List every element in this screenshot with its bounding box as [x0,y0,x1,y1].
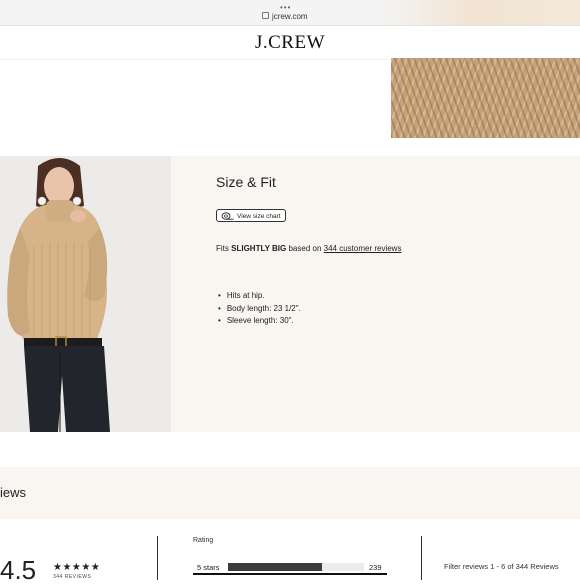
rating-bar-label[interactable]: 5 stars [197,563,220,572]
divider [421,536,422,580]
customer-reviews-link[interactable]: 344 customer reviews [324,244,402,253]
jcrew-logo[interactable]: J.CREW [0,32,580,54]
browser-menu-dots[interactable]: ••• [280,3,291,12]
divider [157,536,158,580]
reviews-header-band [0,467,580,519]
size-fit-title: Size & Fit [216,174,276,190]
rating-bar-fill [228,563,322,571]
fit-middle: based on [288,244,322,253]
fit-detail-item: Sleeve length: 30". [218,315,301,328]
reviews-title: iews [0,485,27,500]
average-rating: 4.5 [0,555,37,585]
fit-detail-item: Hits at hip. [218,290,301,303]
view-size-chart-label: View size chart [237,213,281,220]
fit-details-list: Hits at hip. Body length: 23 1/2". Sleev… [218,290,301,328]
model-photo[interactable] [0,156,171,432]
rating-bar-count: 239 [369,563,382,572]
review-count: 344 REVIEWS [53,574,92,580]
sweater-knit-closeup-image[interactable] [391,58,580,138]
view-size-chart-button[interactable]: View size chart [216,209,286,222]
rating-label: Rating [193,537,214,544]
filter-reviews-summary: Filter reviews 1 - 6 of 344 Reviews [444,562,559,571]
fit-summary: Fits SLIGHTLY BIG based on 344 customer … [216,244,401,253]
fit-value: SLIGHTLY BIG [231,244,287,253]
lock-icon [262,12,269,19]
fit-detail-item: Body length: 23 1/2". [218,303,301,316]
rating-bar-selected-underline [193,573,387,575]
tape-measure-icon [221,212,234,225]
star-rating-icon: ★★★★★ [53,562,101,573]
fit-prefix: Fits [216,244,229,253]
url-text: jcrew.com [272,12,308,21]
browser-url[interactable]: jcrew.com [262,12,308,21]
